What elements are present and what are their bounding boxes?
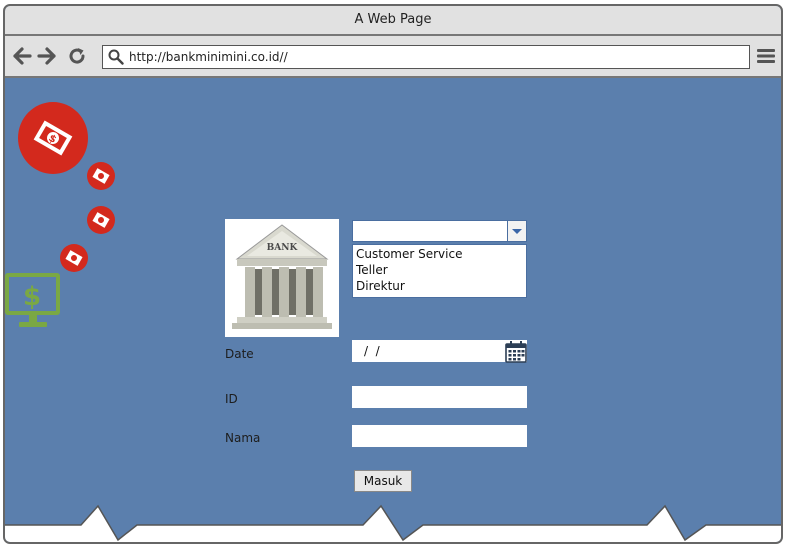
calendar-icon[interactable] xyxy=(505,341,527,363)
forward-icon[interactable] xyxy=(36,45,58,67)
date-field[interactable] xyxy=(352,340,527,362)
money-coin-icon xyxy=(87,162,115,190)
bank-logo-image: BANK xyxy=(225,219,339,337)
browser-window: A Web Page http://bankminimini.co.id// $… xyxy=(3,4,783,544)
money-coin-icon: $ xyxy=(18,102,88,174)
id-label: ID xyxy=(225,392,238,406)
page-content: $ $ BANK Customer Service Teller Direktu… xyxy=(5,78,781,542)
role-select-value xyxy=(353,225,356,239)
svg-text:$: $ xyxy=(23,282,41,312)
back-icon[interactable] xyxy=(11,45,33,67)
dollar-monitor-icon: $ xyxy=(5,273,60,327)
torn-edge-decoration xyxy=(5,504,781,542)
masuk-button[interactable]: Masuk xyxy=(354,470,412,492)
money-coin-icon xyxy=(87,206,115,234)
address-bar[interactable]: http://bankminimini.co.id// xyxy=(102,45,750,69)
search-icon xyxy=(108,49,124,65)
role-option-teller[interactable]: Teller xyxy=(353,262,526,278)
url-text: http://bankminimini.co.id// xyxy=(129,50,288,64)
logo-text: BANK xyxy=(267,243,299,253)
browser-toolbar: http://bankminimini.co.id// xyxy=(5,36,781,78)
window-title: A Web Page xyxy=(5,6,781,36)
reload-icon[interactable] xyxy=(66,45,88,67)
nama-field[interactable] xyxy=(352,425,527,447)
id-field[interactable] xyxy=(352,386,527,408)
chevron-down-icon[interactable] xyxy=(507,221,526,241)
role-select[interactable] xyxy=(352,220,527,242)
date-label: Date xyxy=(225,347,254,361)
role-options-list: Customer Service Teller Direktur xyxy=(352,244,527,298)
money-coin-icon xyxy=(60,244,88,272)
nama-label: Nama xyxy=(225,431,261,445)
role-option-customer-service[interactable]: Customer Service xyxy=(353,246,526,262)
role-option-direktur[interactable]: Direktur xyxy=(353,278,526,294)
hamburger-menu-icon[interactable] xyxy=(757,48,775,64)
